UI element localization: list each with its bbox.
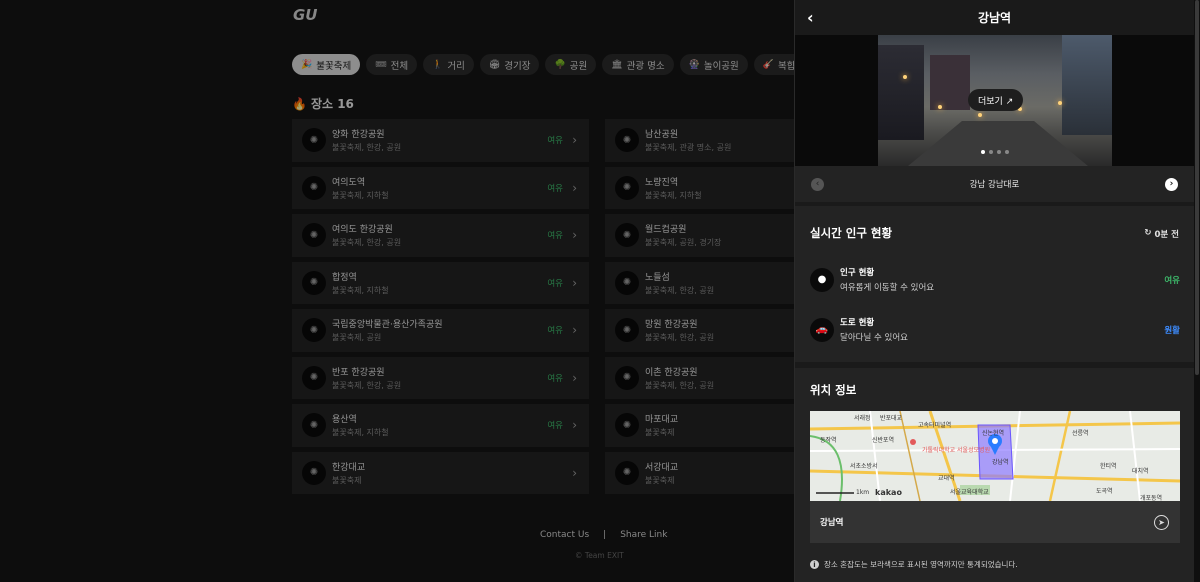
location-section: 위치 정보 서래정 반포대교 고속터미널역 신논현역 선릉역 동작역 신반포역 … — [795, 368, 1195, 582]
prev-camera-icon[interactable]: ‹ — [811, 177, 824, 191]
map-label: 서울교육대학교 — [950, 489, 989, 496]
map-label: 도곡역 — [1096, 488, 1113, 495]
map-label: 한티역 — [1100, 463, 1117, 470]
back-chevron-icon[interactable]: ‹ — [807, 8, 814, 27]
detail-panel: ‹ 강남역 더보기 ↗ ‹ 강남 강남대로 › 실시간 인구 현황 ↻ 0분 전… — [794, 0, 1195, 582]
person-icon: ● — [810, 267, 834, 292]
map-label: 동작역 — [820, 437, 837, 444]
realtime-section: 실시간 인구 현황 ↻ 0분 전 ● 인구 현황 여유롭게 이동할 수 있어요 … — [795, 206, 1195, 362]
map-label: 서초소방서 — [850, 463, 878, 470]
cctv-image: 더보기 ↗ — [878, 35, 1112, 166]
map[interactable]: 서래정 반포대교고속터미널역신논현역 선릉역동작역 신반포역가톨릭대학교 서울성모병원… — [810, 411, 1180, 501]
map-label: 1km — [856, 489, 870, 496]
carousel-dot[interactable] — [997, 150, 1001, 154]
map-label: 신논현역 — [982, 430, 1005, 437]
navigate-icon[interactable]: ➤ — [1154, 514, 1169, 530]
info-icon: i — [810, 560, 819, 569]
map-svg — [810, 411, 1180, 501]
people-desc: 여유롭게 이동할 수 있어요 — [840, 283, 935, 293]
map-label: 교대역 — [938, 475, 955, 482]
scrollbar-thumb[interactable] — [1195, 0, 1199, 375]
refresh-icon: ↻ — [1144, 228, 1152, 238]
carousel-dot[interactable] — [981, 150, 985, 154]
map-label: 고속터미널역 — [918, 422, 952, 429]
map-label: 반포대교 — [880, 415, 903, 422]
overlay-dim[interactable] — [0, 0, 794, 582]
more-button[interactable]: 더보기 ↗ — [968, 89, 1024, 111]
map-label: kakao — [875, 488, 902, 497]
map-label: 개포동역 — [1140, 495, 1163, 501]
people-label: 인구 현황 — [840, 268, 875, 278]
info-note-text: 장소 혼잡도는 보라색으로 표시된 영역까지만 통계되었습니다. — [824, 560, 1018, 569]
refresh-label: 0분 전 — [1154, 230, 1179, 240]
page: GU 🎉불꽃축제🎟전체🚶거리🏟경기장🌳공원🏛관광 명소🎡놀이공원🎸복합문화공간🏬… — [0, 0, 1200, 582]
people-status: ● 인구 현황 여유롭게 이동할 수 있어요 여유 — [810, 266, 1180, 293]
location-title: 위치 정보 — [810, 383, 857, 397]
carousel-dot[interactable] — [1005, 150, 1009, 154]
camera-name: 강남 강남대로 — [969, 180, 1020, 190]
road-value: 원활 — [1164, 325, 1180, 336]
panel-title: 강남역 — [977, 11, 1012, 25]
camera-nav: ‹ 강남 강남대로 › — [795, 166, 1194, 202]
map-label: 강남역 — [992, 459, 1009, 466]
carousel-dot[interactable] — [989, 150, 993, 154]
map-label: 선릉역 — [1072, 430, 1089, 437]
car-icon: 🚗 — [810, 317, 834, 342]
map-footer: 강남역 ➤ — [810, 501, 1180, 543]
road-status: 🚗 도로 현황 달아다닐 수 있어요 원활 — [810, 316, 1180, 343]
people-value: 여유 — [1164, 275, 1180, 286]
road-label: 도로 현황 — [840, 318, 875, 328]
map-label: 서래정 — [854, 415, 871, 422]
carousel-dots — [981, 150, 1009, 154]
realtime-title: 실시간 인구 현황 — [810, 226, 893, 240]
refresh-button[interactable]: ↻ 0분 전 — [1144, 228, 1179, 240]
next-camera-icon[interactable]: › — [1165, 177, 1178, 191]
road-desc: 달아다닐 수 있어요 — [840, 333, 908, 343]
panel-header: ‹ 강남역 — [795, 0, 1194, 35]
map-label: 가톨릭대학교 서울성모병원 — [922, 447, 991, 454]
camera-view: 더보기 ↗ — [795, 35, 1194, 166]
info-note: i 장소 혼잡도는 보라색으로 표시된 영역까지만 통계되었습니다. — [810, 559, 1018, 570]
map-label: 신반포역 — [872, 437, 895, 444]
map-label: 대치역 — [1132, 468, 1149, 475]
map-place-name: 강남역 — [820, 518, 844, 528]
